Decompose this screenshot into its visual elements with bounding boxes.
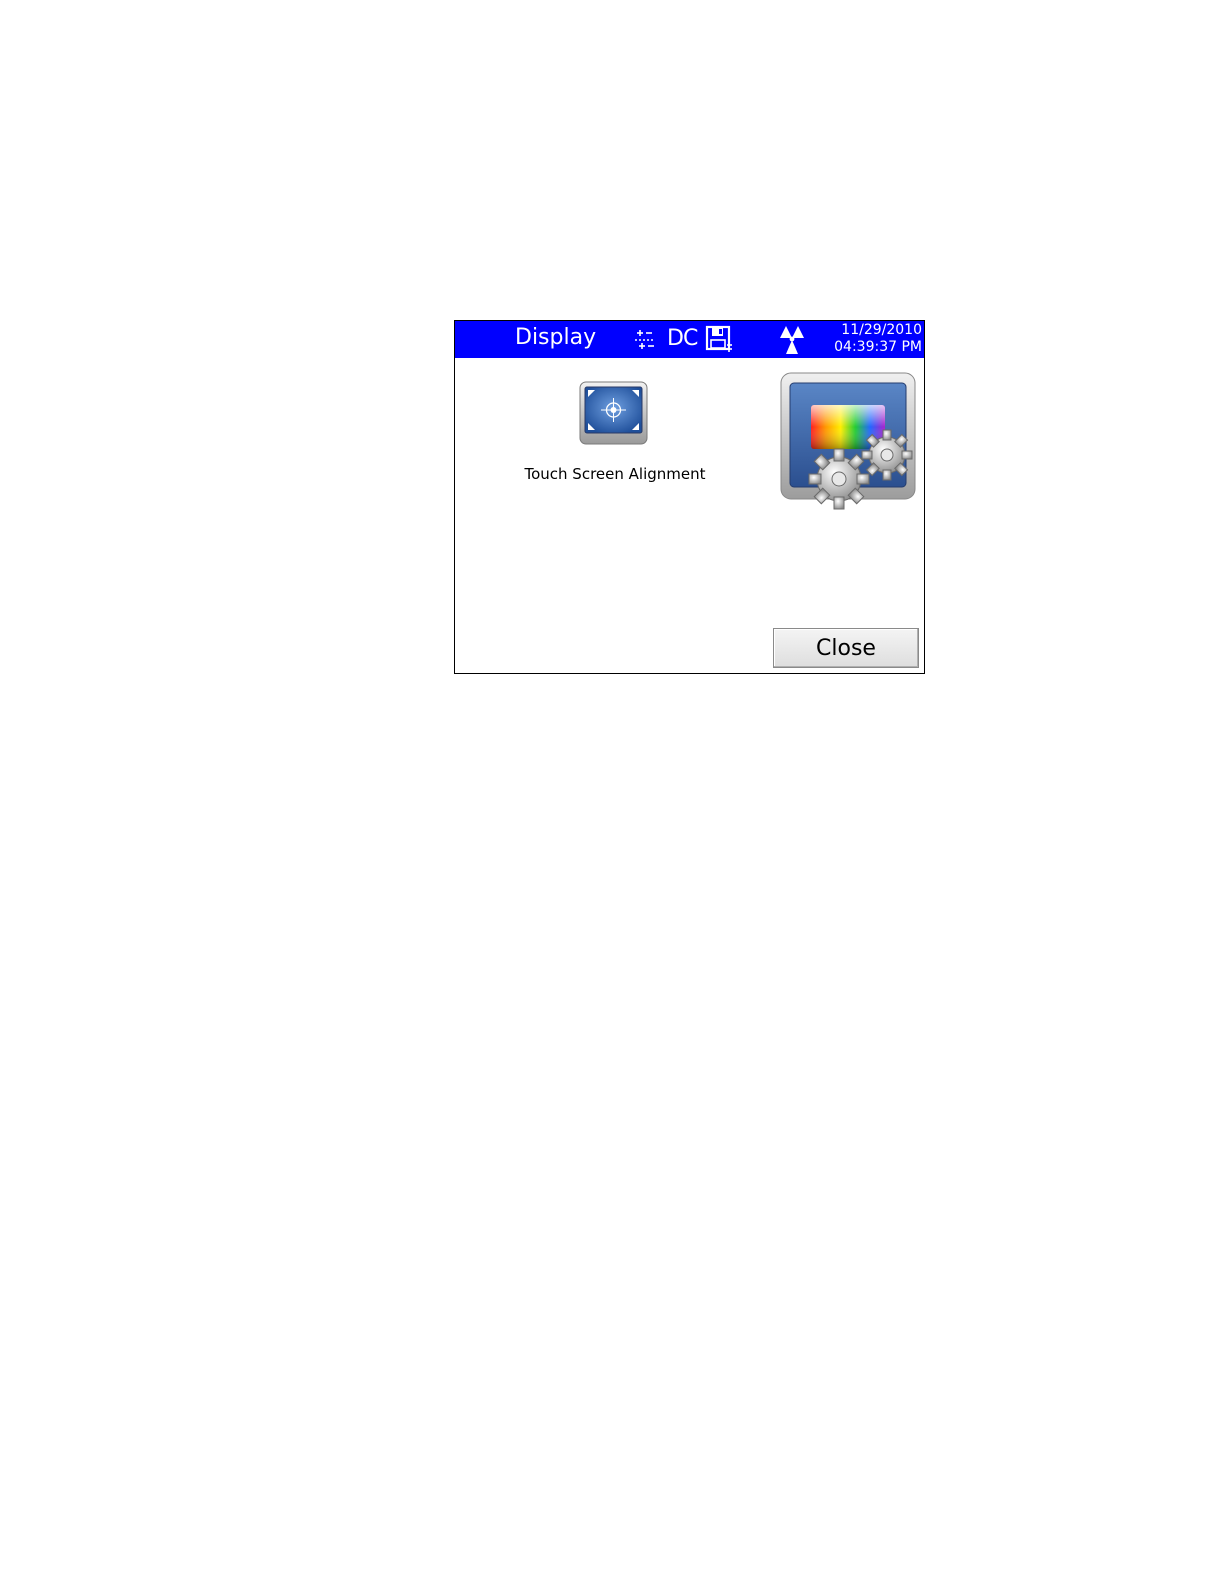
touch-screen-alignment-label: Touch Screen Alignment [524,465,706,483]
date-text: 11/29/2010 [841,322,922,338]
mode-indicator: DC [667,326,698,351]
datetime: 11/29/2010 04:39:37 PM [834,322,922,356]
device-screen: Display DC 11/29/2010 04:39:37 PM Touch … [454,320,925,674]
save-disk-icon[interactable] [705,325,733,353]
title-bar: Display DC 11/29/2010 04:39:37 PM [455,321,924,358]
page-title: Display [515,325,597,350]
touch-screen-alignment-tile[interactable]: Touch Screen Alignment [515,381,715,491]
adjust-icon[interactable] [633,328,657,352]
display-settings-icon [780,372,916,510]
radiation-icon [780,326,804,354]
close-button[interactable]: Close [773,628,919,668]
time-text: 04:39:37 PM [834,339,922,355]
touch-screen-alignment-icon[interactable] [579,381,649,447]
